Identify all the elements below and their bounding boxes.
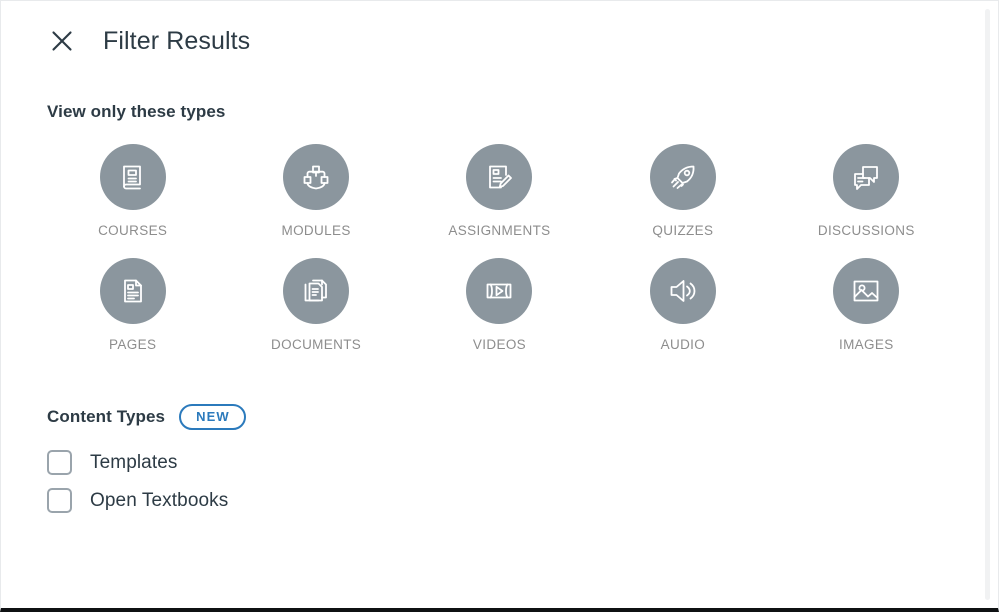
- checkbox-label: Templates: [90, 451, 178, 473]
- content-types-heading: Content Types: [47, 407, 166, 426]
- content-types-heading-row: Content Types NEW: [1, 404, 998, 430]
- type-filter-courses[interactable]: COURSES: [41, 144, 224, 238]
- book-icon: [99, 144, 166, 210]
- checkbox-row-templates[interactable]: Templates: [47, 450, 178, 475]
- close-icon[interactable]: [47, 26, 77, 56]
- type-filter-images[interactable]: IMAGES: [775, 258, 958, 352]
- type-filter-videos[interactable]: VIDEOS: [408, 258, 591, 352]
- type-filter-grid: COURSES MODULES ASSIGNMENTS QUIZZES DISC…: [1, 144, 998, 352]
- new-badge: NEW: [179, 404, 246, 430]
- modules-hierarchy-icon: [283, 144, 350, 210]
- type-filter-label: COURSES: [98, 223, 168, 238]
- rocket-icon: [649, 144, 716, 210]
- speaker-icon: [649, 258, 716, 324]
- type-filter-pages[interactable]: PAGES: [41, 258, 224, 352]
- filter-results-panel: Filter Results View only these types COU…: [0, 0, 999, 612]
- type-filter-label: MODULES: [281, 223, 351, 238]
- content-types-checkbox-list: Templates Open Textbooks: [1, 450, 998, 513]
- type-filter-label: DISCUSSIONS: [817, 223, 915, 238]
- checkbox-label: Open Textbooks: [90, 489, 229, 511]
- stacked-documents-icon: [283, 258, 350, 324]
- vertical-scrollbar[interactable]: [985, 9, 990, 600]
- type-filter-label: PAGES: [109, 337, 157, 352]
- type-filter-assignments[interactable]: ASSIGNMENTS: [408, 144, 591, 238]
- type-filter-quizzes[interactable]: QUIZZES: [591, 144, 774, 238]
- checkbox-row-open-textbooks[interactable]: Open Textbooks: [47, 488, 228, 513]
- type-filter-label: AUDIO: [660, 337, 706, 352]
- type-filter-label: VIDEOS: [472, 337, 527, 352]
- view-types-heading: View only these types: [47, 102, 226, 121]
- page-title: Filter Results: [103, 26, 251, 55]
- page-icon: [99, 258, 166, 324]
- type-filter-label: IMAGES: [838, 337, 894, 352]
- video-play-icon: [466, 258, 533, 324]
- type-filter-documents[interactable]: DOCUMENTS: [224, 258, 407, 352]
- image-icon: [833, 258, 900, 324]
- type-filter-label: DOCUMENTS: [271, 337, 362, 352]
- document-pencil-icon: [466, 144, 533, 210]
- checkbox-open-textbooks[interactable]: [47, 488, 72, 513]
- type-filter-audio[interactable]: AUDIO: [591, 258, 774, 352]
- panel-body: Filter Results View only these types COU…: [1, 1, 998, 608]
- type-filter-discussions[interactable]: DISCUSSIONS: [775, 144, 958, 238]
- checkbox-templates[interactable]: [47, 450, 72, 475]
- type-filter-modules[interactable]: MODULES: [224, 144, 407, 238]
- speech-bubbles-icon: [833, 144, 900, 210]
- type-filter-label: QUIZZES: [652, 223, 714, 238]
- panel-header: Filter Results: [1, 1, 998, 53]
- type-filter-label: ASSIGNMENTS: [448, 223, 551, 238]
